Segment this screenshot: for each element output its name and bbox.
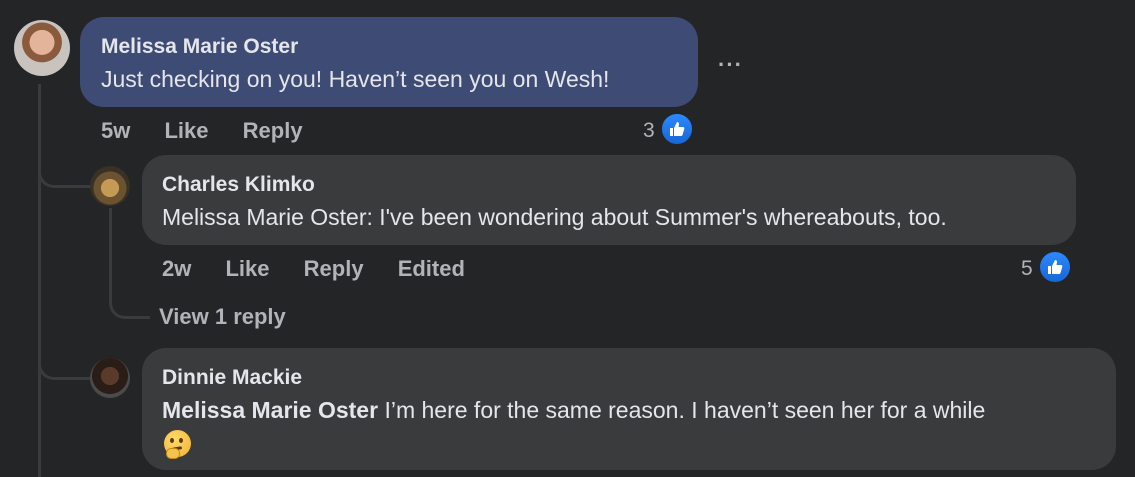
mention-link[interactable]: Melissa Marie Oster <box>162 397 378 423</box>
comment-actions-charles: 2w Like Reply Edited <box>162 256 493 282</box>
thumbs-up-icon[interactable] <box>1038 250 1072 284</box>
avatar-melissa[interactable] <box>14 20 70 76</box>
comment-author[interactable]: Melissa Marie Oster <box>101 35 298 59</box>
comment-author[interactable]: Charles Klimko <box>162 173 315 197</box>
thinking-face-emoji <box>164 430 191 459</box>
like-button[interactable]: Like <box>164 118 208 143</box>
edited-label: Edited <box>397 256 465 281</box>
thread-branch-1 <box>38 160 91 188</box>
thumbs-up-icon[interactable] <box>660 112 694 146</box>
comment-text: I’m here for the same reason. I haven’t … <box>378 397 986 423</box>
comment-text-line: Melissa Marie Oster I’m here for the sam… <box>162 397 985 424</box>
comment-text: Melissa Marie Oster: I've been wondering… <box>162 204 947 230</box>
avatar-dinnie[interactable] <box>90 358 130 398</box>
comment-timestamp[interactable]: 5w <box>101 118 130 143</box>
comment-text: Just checking on you! Haven’t seen you o… <box>101 66 610 92</box>
view-replies-link[interactable]: View 1 reply <box>159 304 286 330</box>
comment-author[interactable]: Dinnie Mackie <box>162 366 302 390</box>
comment-timestamp[interactable]: 2w <box>162 256 191 281</box>
avatar-charles[interactable] <box>90 166 130 206</box>
reaction-count[interactable]: 3 <box>643 119 655 143</box>
like-button[interactable]: Like <box>225 256 269 281</box>
more-options-icon[interactable]: ··· <box>718 52 743 78</box>
reaction-count[interactable]: 5 <box>1021 257 1033 281</box>
reply-button[interactable]: Reply <box>243 118 303 143</box>
comment-bubble-charles <box>142 155 1076 245</box>
comment-bubble-melissa <box>80 17 698 107</box>
thread-branch-3 <box>38 352 91 380</box>
reply-button[interactable]: Reply <box>304 256 364 281</box>
thread-line-main <box>38 84 41 477</box>
comment-actions-melissa: 5w Like Reply <box>101 118 331 144</box>
